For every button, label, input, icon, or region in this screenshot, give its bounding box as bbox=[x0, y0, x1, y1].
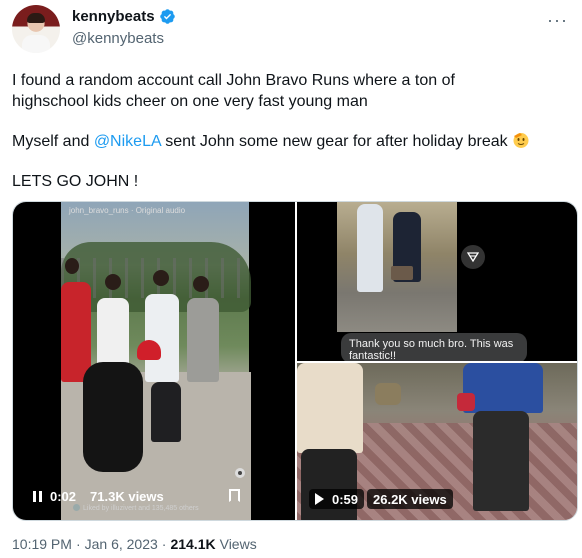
tweet-line-2-post: sent John some new gear for after holida… bbox=[160, 133, 513, 150]
liked-by-text: Liked by illuzivert and 135,485 others bbox=[73, 504, 199, 512]
tweet-paragraph-3: LETS GO JOHN ! bbox=[12, 173, 139, 190]
person-blue-legs bbox=[473, 411, 529, 511]
triangle-icon bbox=[467, 252, 479, 263]
instagram-icon bbox=[235, 468, 245, 478]
play-icon[interactable] bbox=[315, 493, 324, 505]
saluting-face-emoji-icon bbox=[513, 133, 529, 148]
views-label: Views bbox=[219, 536, 257, 552]
avatar-hair bbox=[27, 13, 45, 23]
more-options-icon[interactable]: ··· bbox=[547, 10, 568, 31]
person-blue-hoodie bbox=[463, 363, 543, 413]
share-arrow-icon[interactable] bbox=[461, 245, 485, 269]
tweet-paragraph-1: I found a random account call John Bravo… bbox=[12, 70, 572, 112]
person-white-hoodie bbox=[357, 204, 383, 292]
verified-badge-icon bbox=[159, 9, 175, 24]
top-video-frame bbox=[337, 202, 457, 332]
person-black-jacket bbox=[83, 362, 143, 472]
main-video-frame bbox=[61, 202, 251, 520]
handle[interactable]: @kennybeats bbox=[72, 30, 164, 47]
pause-icon[interactable] bbox=[33, 490, 42, 502]
person-white-shirt-2 bbox=[145, 294, 179, 382]
display-name[interactable]: kennybeats bbox=[72, 8, 155, 25]
planter-pot bbox=[375, 383, 401, 405]
tweet-line-2-pre: Myself and bbox=[12, 133, 94, 150]
head-2 bbox=[105, 274, 121, 290]
tweet-paragraph-2: Myself and @NikeLA sent John some new ge… bbox=[12, 131, 572, 152]
person-grey-hoodie bbox=[187, 298, 219, 382]
red-gear-item bbox=[457, 393, 475, 411]
head-3 bbox=[153, 270, 169, 286]
author-name-row[interactable]: kennybeats bbox=[72, 8, 176, 25]
shoe-box bbox=[391, 266, 413, 280]
main-video-controls[interactable]: 0:02 71.3K views bbox=[27, 486, 170, 506]
tweet-text: I found a random account call John Bravo… bbox=[12, 70, 572, 211]
meta-separator-2: · bbox=[161, 536, 167, 552]
tweet-meta: 10:19 PM · Jan 6, 2023 · 214.1K Views bbox=[12, 536, 257, 552]
liker-avatar bbox=[73, 504, 80, 511]
liked-by-label: Liked by illuzivert and 135,485 others bbox=[83, 505, 199, 512]
avatar[interactable] bbox=[12, 5, 60, 53]
bottom-video-views-badge: 26.2K views bbox=[367, 489, 453, 509]
bottom-right-video[interactable]: 0:59 26.2K views bbox=[297, 363, 577, 520]
bottom-video-controls[interactable]: 0:59 bbox=[309, 489, 365, 509]
main-video-views: 71.3K views bbox=[90, 488, 164, 504]
tweet-date[interactable]: Jan 6, 2023 bbox=[85, 536, 158, 552]
tweet-line-1a: I found a random account call John Bravo… bbox=[12, 72, 455, 89]
person-cream-legs bbox=[301, 449, 357, 520]
views-count[interactable]: 214.1K bbox=[170, 536, 215, 552]
bottom-video-views: 26.2K views bbox=[373, 491, 447, 507]
legs-dark bbox=[151, 382, 181, 442]
top-right-video[interactable]: Thank you so much bro. This was fantasti… bbox=[297, 202, 577, 361]
main-video-time: 0:02 bbox=[50, 488, 77, 504]
audio-overlay-text: john_bravo_runs · Original audio bbox=[69, 206, 186, 215]
head-4 bbox=[193, 276, 209, 292]
chat-bubble: Thank you so much bro. This was fantasti… bbox=[341, 333, 527, 361]
head-1 bbox=[65, 258, 79, 274]
santa-hat bbox=[137, 340, 161, 360]
bottom-video-time: 0:59 bbox=[332, 491, 359, 507]
tweet-line-1b: highschool kids cheer on one very fast y… bbox=[12, 93, 368, 110]
tweet-time[interactable]: 10:19 PM bbox=[12, 536, 72, 552]
person-red-hoodie bbox=[61, 282, 91, 382]
media-grid: john_bravo_runs · Original audio 0:02 71… bbox=[12, 201, 578, 521]
main-video[interactable]: john_bravo_runs · Original audio 0:02 71… bbox=[13, 202, 295, 520]
mention-link[interactable]: @NikeLA bbox=[94, 133, 161, 150]
person-cream-hoodie bbox=[297, 363, 363, 453]
avatar-shirt bbox=[22, 35, 50, 53]
meta-separator-1: · bbox=[75, 536, 81, 552]
